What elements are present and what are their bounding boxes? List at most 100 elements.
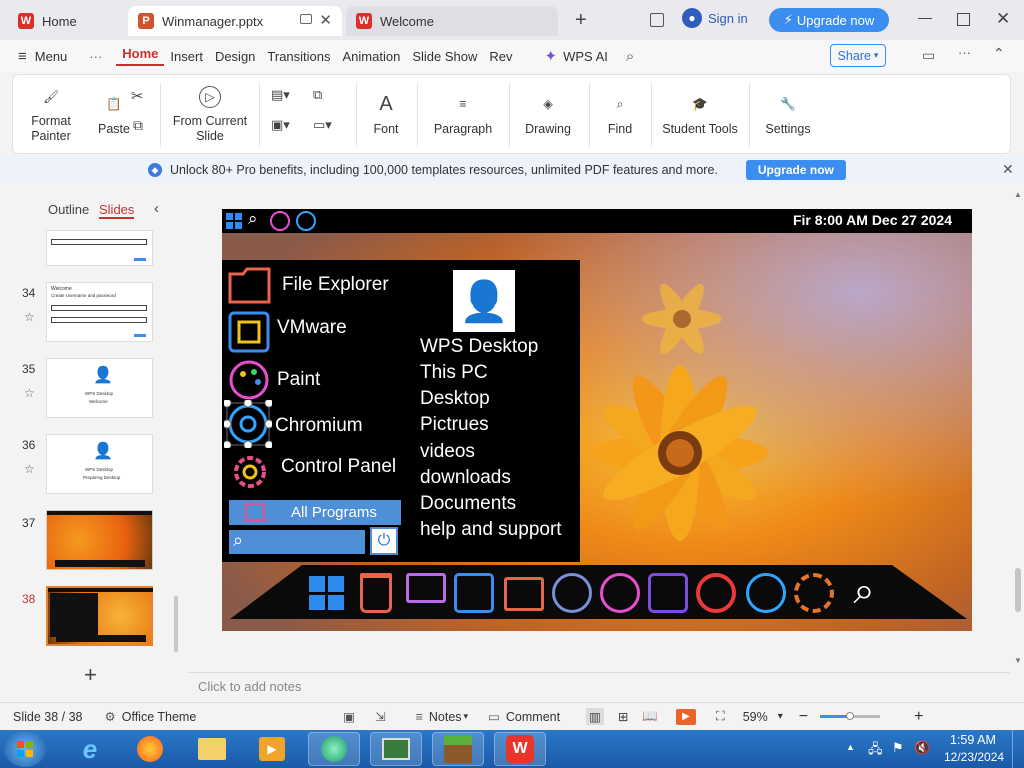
new-slide-icon[interactable]: ▤▾: [271, 87, 290, 103]
chromium-menu-icon[interactable]: [224, 400, 272, 448]
share-button[interactable]: Share ▾: [830, 44, 886, 67]
scroll-down-icon[interactable]: ▼: [1014, 656, 1022, 665]
taskbar-system-app-icon[interactable]: [370, 732, 422, 766]
notes-placeholder[interactable]: Click to add notes: [198, 679, 301, 694]
taskbar-minecraft-icon[interactable]: [432, 732, 484, 766]
tab-review[interactable]: Rev: [483, 49, 518, 64]
zoom-level[interactable]: 59%: [743, 710, 768, 724]
close-tab-icon[interactable]: ✕: [319, 11, 332, 29]
chevron-down-icon[interactable]: ▾: [778, 711, 783, 722]
taskbar-media-center-icon[interactable]: [308, 732, 360, 766]
slide-thumbnail-37[interactable]: [46, 510, 153, 570]
collapse-ribbon-icon[interactable]: ⌃: [993, 45, 1005, 62]
slideshow-play-icon[interactable]: ▶: [675, 708, 696, 725]
reset-slide-icon[interactable]: ▭▾: [313, 117, 332, 133]
section-icon[interactable]: ▣▾: [271, 117, 290, 133]
taskbar-ie-icon[interactable]: e: [64, 732, 116, 766]
close-banner-icon[interactable]: ✕: [1002, 161, 1014, 178]
zoom-slider[interactable]: [820, 712, 881, 720]
scroll-up-icon[interactable]: ▲: [1014, 190, 1022, 199]
new-tab-plus-icon[interactable]: +: [575, 9, 587, 32]
slide-sorter-icon[interactable]: ⊞: [618, 709, 628, 724]
network-icon[interactable]: 🖧: [868, 740, 883, 762]
format-painter-button[interactable]: 🖌 Format Painter: [23, 75, 79, 155]
volume-muted-icon[interactable]: 🔇: [914, 740, 930, 756]
tab-welcome[interactable]: W Welcome: [346, 6, 558, 36]
tab-overview-icon[interactable]: [650, 13, 664, 27]
hamburger-icon[interactable]: ≡: [18, 48, 27, 65]
more-options-icon[interactable]: ···: [958, 45, 971, 60]
zoom-in-icon[interactable]: +: [914, 708, 923, 726]
comment-button[interactable]: Comment: [506, 710, 560, 724]
notes-toggle-icon[interactable]: ▣: [343, 709, 355, 724]
taskbar-date[interactable]: 12/23/2024: [944, 750, 1004, 764]
tab-transitions[interactable]: Transitions: [261, 49, 336, 64]
find-button[interactable]: ⌕ Find: [595, 75, 645, 155]
close-window-icon[interactable]: ✕: [996, 9, 1010, 29]
tab-home[interactable]: W Home: [8, 6, 124, 36]
add-slide-plus-icon[interactable]: +: [84, 662, 97, 688]
tab-insert[interactable]: Insert: [164, 49, 209, 64]
slide-thumbnail-34[interactable]: Welcome Create Username and password: [46, 282, 153, 342]
student-tools-button[interactable]: 🎓 Student Tools: [657, 75, 743, 155]
slide-thumbnail-36[interactable]: 👤 WPS Desktop Preparing Desktop: [46, 434, 153, 494]
show-hidden-icons-icon[interactable]: ▲: [846, 742, 855, 752]
tab-slide-show[interactable]: Slide Show: [406, 49, 483, 64]
restore-tab-icon[interactable]: [300, 14, 312, 24]
slide-thumbnail-33[interactable]: [46, 230, 153, 266]
tab-home-ribbon[interactable]: Home: [116, 46, 165, 66]
fit-to-window-icon[interactable]: ⛶: [716, 709, 725, 724]
copy-icon[interactable]: ⧉: [133, 117, 143, 134]
font-button[interactable]: A Font: [361, 75, 411, 155]
taskbar-time[interactable]: 1:59 AM: [950, 733, 996, 747]
slide-thumbnail-35[interactable]: 👤 WPS Desktop Welcome: [46, 358, 153, 418]
tab-design[interactable]: Design: [209, 49, 261, 64]
upgrade-now-button[interactable]: ⚡ Upgrade now: [769, 8, 889, 32]
settings-button[interactable]: 🔧 Settings: [755, 75, 821, 155]
slides-tab[interactable]: Slides: [99, 202, 135, 219]
dock-globe-icon: [552, 573, 592, 613]
menu-button[interactable]: Menu: [29, 49, 74, 64]
taskbar-explorer-icon[interactable]: [186, 732, 238, 766]
maximize-icon[interactable]: [957, 13, 970, 26]
wps-ai-button[interactable]: WPS AI: [557, 49, 614, 64]
taskbar-firefox-icon[interactable]: [124, 732, 176, 766]
cut-icon[interactable]: ✂: [131, 87, 144, 105]
slide-canvas[interactable]: ⌕ Fir 8:00 AM Dec 27 2024 File Explorer …: [222, 209, 972, 631]
editor-scrollbar[interactable]: ▲ ▼: [1012, 188, 1024, 670]
start-button[interactable]: [4, 731, 46, 767]
reading-view-icon[interactable]: 📖: [642, 709, 658, 724]
scroll-thumb[interactable]: [1015, 568, 1021, 612]
collapse-panel-icon[interactable]: ‹: [154, 200, 159, 217]
comment-icon: ▭: [488, 710, 500, 724]
taskbar-wps-icon[interactable]: W: [494, 732, 546, 766]
tab-animation[interactable]: Animation: [337, 49, 407, 64]
action-center-flag-icon[interactable]: ⚑: [892, 740, 904, 756]
paragraph-button[interactable]: ≡ Paragraph: [423, 75, 503, 155]
notes-pane[interactable]: Click to add notes: [188, 672, 1010, 702]
outline-tab[interactable]: Outline: [48, 202, 89, 217]
slide-thumbnail-38[interactable]: [46, 586, 153, 646]
more-dots-icon[interactable]: ···: [83, 49, 108, 64]
panel-scrollbar[interactable]: [174, 596, 178, 652]
banner-upgrade-button[interactable]: Upgrade now: [745, 160, 846, 180]
zoom-out-icon[interactable]: −: [799, 708, 808, 726]
drawing-button[interactable]: ◈ Drawing: [515, 75, 581, 155]
sign-in-button[interactable]: ● Sign in: [682, 8, 748, 28]
tab-winmanager[interactable]: P Winmanager.pptx ✕: [128, 6, 342, 36]
minimize-icon[interactable]: [918, 18, 932, 19]
star-icon[interactable]: ☆: [24, 386, 35, 400]
zoom-slider-thumb[interactable]: [846, 712, 855, 720]
taskbar-media-player-icon[interactable]: ▶: [246, 732, 298, 766]
show-desktop-button[interactable]: [1012, 730, 1024, 768]
notes-button[interactable]: Notes: [429, 710, 462, 724]
from-current-slide-button[interactable]: ▷ From Current Slide: [165, 75, 255, 155]
search-icon[interactable]: ⌕: [626, 48, 634, 65]
star-icon[interactable]: ☆: [24, 462, 35, 476]
theme-name[interactable]: Office Theme: [122, 710, 197, 724]
star-icon[interactable]: ☆: [24, 310, 35, 324]
insert-slide-icon[interactable]: ⇲: [375, 709, 385, 724]
comment-icon[interactable]: ▭: [922, 47, 935, 64]
normal-view-icon[interactable]: ▥: [586, 708, 604, 725]
slide-layout-icon[interactable]: ⧉: [313, 87, 322, 103]
